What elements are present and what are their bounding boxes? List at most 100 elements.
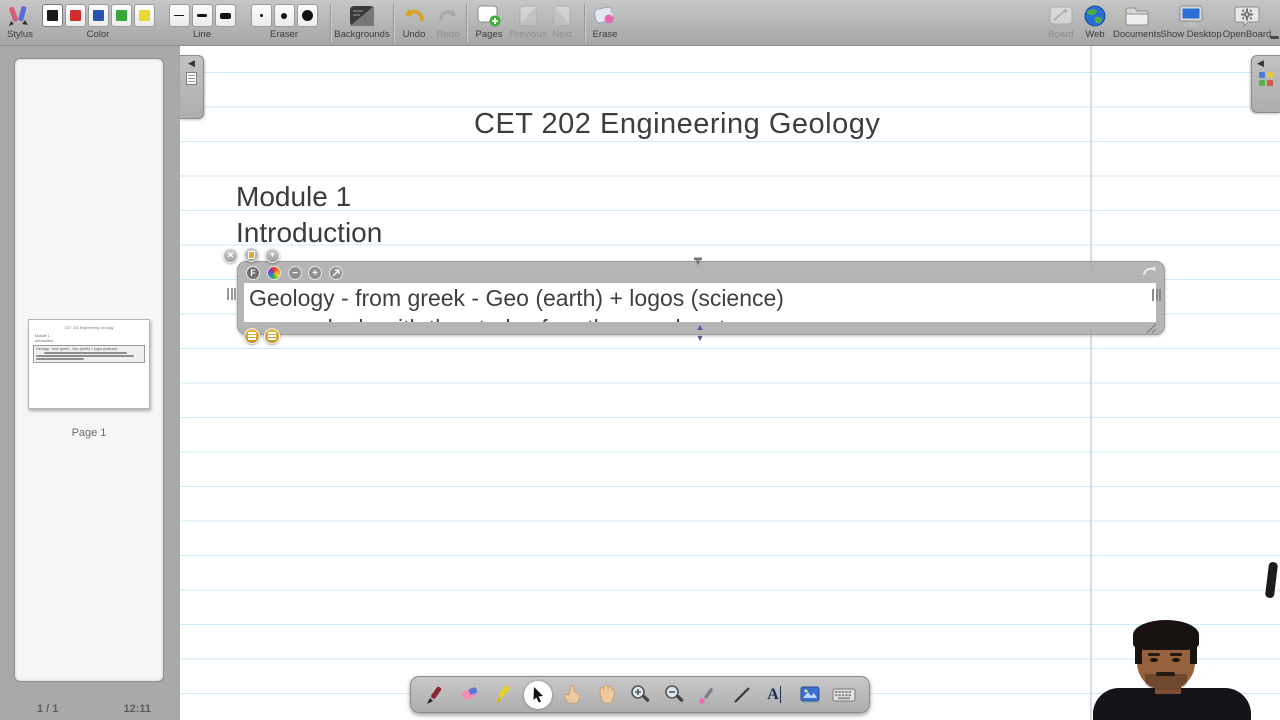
heading-introduction: Introduction bbox=[236, 217, 382, 249]
library-palette-tab[interactable]: ◀ bbox=[1251, 55, 1280, 113]
color-red-button[interactable] bbox=[65, 4, 86, 27]
show-desktop-monitor-icon bbox=[1178, 2, 1204, 29]
eraser-group: Eraser bbox=[247, 2, 321, 44]
next-page-icon bbox=[551, 2, 573, 29]
collapse-right-arrow-icon: ◀ bbox=[1252, 56, 1280, 70]
openboard-window: CET 202 Engineering Geology Module 1 Int… bbox=[0, 0, 1280, 720]
collapse-pages-tab[interactable]: ◀ bbox=[180, 55, 204, 119]
color-black-button[interactable] bbox=[42, 4, 63, 27]
resize-corner-handle[interactable] bbox=[1143, 320, 1157, 334]
backgrounds-icon bbox=[349, 2, 375, 29]
backgrounds-label: Backgrounds bbox=[334, 29, 389, 41]
resize-right-handle[interactable] bbox=[1152, 289, 1161, 301]
text-layer-button-1[interactable] bbox=[244, 328, 260, 344]
toolbar-drag-handle[interactable] bbox=[1270, 36, 1279, 39]
pages-stack-icon bbox=[186, 72, 197, 85]
scroll-hand-tool[interactable] bbox=[592, 681, 620, 709]
textbox-line-2-clipped: - deals with the study of earth as a pla… bbox=[244, 313, 1156, 322]
thumb-title: CET 202 Engineering Geology bbox=[35, 325, 143, 330]
draw-line-tool[interactable] bbox=[728, 681, 756, 709]
undo-label: Undo bbox=[403, 29, 426, 41]
highlighter-tool[interactable] bbox=[490, 681, 518, 709]
resize-left-handle[interactable] bbox=[227, 288, 236, 300]
stylus-icon bbox=[7, 2, 33, 29]
color-green-button[interactable] bbox=[111, 4, 132, 27]
color-group: Color bbox=[40, 2, 156, 44]
next-label: Next bbox=[552, 29, 572, 41]
stylus-tool[interactable]: Stylus bbox=[2, 2, 38, 44]
previous-page-button[interactable]: Previous bbox=[508, 2, 548, 44]
erase-label: Erase bbox=[593, 29, 618, 41]
board-icon bbox=[1048, 2, 1074, 29]
eraser-medium-button[interactable] bbox=[274, 4, 295, 27]
webcam-presenter bbox=[1093, 616, 1253, 720]
page-thumbnail-label: Page 1 bbox=[15, 427, 163, 439]
textbox-menu-button[interactable]: ▼ bbox=[265, 248, 280, 263]
zoom-out-tool[interactable] bbox=[660, 681, 688, 709]
page-title: CET 202 Engineering Geology bbox=[474, 108, 880, 141]
tools-dock: A bbox=[410, 676, 870, 713]
library-icon bbox=[1259, 72, 1273, 86]
text-input-area[interactable]: Geology - from greek - Geo (earth) + log… bbox=[244, 283, 1156, 322]
thumbnail-panel: CET 202 Engineering Geology Module 1 Int… bbox=[14, 58, 164, 682]
redo-label: Redo bbox=[437, 29, 460, 41]
pages-label: Pages bbox=[476, 29, 503, 41]
color-label: Color bbox=[87, 29, 110, 41]
interact-pointer-tool[interactable] bbox=[558, 681, 586, 709]
page-thumbnail[interactable]: CET 202 Engineering Geology Module 1 Int… bbox=[28, 319, 150, 409]
pages-icon bbox=[476, 2, 502, 29]
line-thin-button[interactable] bbox=[169, 4, 190, 27]
color-yellow-button[interactable] bbox=[134, 4, 155, 27]
eraser-large-button[interactable] bbox=[297, 4, 318, 27]
next-page-button[interactable]: Next bbox=[546, 2, 578, 44]
erase-button[interactable]: Erase bbox=[587, 2, 623, 44]
drag-handle-icon[interactable]: ▬▼ bbox=[691, 255, 705, 265]
pages-button[interactable]: Pages bbox=[470, 2, 508, 44]
decrease-font-button[interactable]: − bbox=[288, 266, 302, 280]
duplicate-textbox-button[interactable] bbox=[244, 247, 259, 262]
write-text-tool[interactable]: A bbox=[762, 681, 790, 709]
text-color-button[interactable] bbox=[267, 266, 281, 280]
page-navigator-sidebar: CET 202 Engineering Geology Module 1 Int… bbox=[0, 46, 180, 720]
documents-label: Documents bbox=[1113, 29, 1161, 41]
rotate-handle-icon[interactable] bbox=[1142, 264, 1158, 280]
line-medium-button[interactable] bbox=[192, 4, 213, 27]
capture-media-tool[interactable] bbox=[796, 681, 824, 709]
collapse-left-arrow-icon: ◀ bbox=[180, 56, 203, 70]
font-button[interactable]: F bbox=[246, 266, 260, 280]
board-mode-button[interactable]: Board bbox=[1042, 2, 1080, 44]
heading-module: Module 1 bbox=[236, 181, 351, 213]
thumb-textbox: Geology - from greek - Geo (earth) + log… bbox=[33, 345, 145, 363]
close-textbox-button[interactable]: ✕ bbox=[223, 248, 238, 263]
top-toolbar: Stylus Color Line bbox=[0, 0, 1280, 46]
line-thick-button[interactable] bbox=[215, 4, 236, 27]
increase-font-button[interactable]: + bbox=[308, 266, 322, 280]
eraser-small-button[interactable] bbox=[251, 4, 272, 27]
text-layer-button-2[interactable] bbox=[264, 328, 280, 344]
zoom-in-tool[interactable] bbox=[626, 681, 654, 709]
show-desktop-button[interactable]: Show Desktop bbox=[1160, 2, 1222, 44]
line-label: Line bbox=[193, 29, 211, 41]
undo-icon bbox=[402, 2, 426, 29]
documents-mode-button[interactable]: Documents bbox=[1110, 2, 1164, 44]
annotate-pen-tool[interactable] bbox=[422, 681, 450, 709]
stylus-label: Stylus bbox=[7, 29, 33, 41]
textbox-line-1: Geology - from greek - Geo (earth) + log… bbox=[244, 283, 1156, 313]
text-caret-handle[interactable]: ▲▼ bbox=[693, 322, 707, 344]
erase-annotation-tool[interactable] bbox=[456, 681, 484, 709]
redo-button[interactable]: Redo bbox=[432, 2, 464, 44]
undo-button[interactable]: Undo bbox=[396, 2, 432, 44]
page-counter: 1 / 1 bbox=[37, 703, 58, 715]
toolbar-separator bbox=[466, 4, 467, 42]
backgrounds-button[interactable]: Backgrounds bbox=[333, 2, 391, 44]
laser-pointer-tool[interactable] bbox=[694, 681, 722, 709]
toolbar-separator bbox=[584, 4, 585, 42]
text-size-icon[interactable] bbox=[329, 266, 343, 280]
virtual-keyboard-tool[interactable] bbox=[830, 681, 858, 709]
web-mode-button[interactable]: Web bbox=[1079, 2, 1111, 44]
openboard-menu-button[interactable]: OpenBoard bbox=[1219, 2, 1275, 44]
documents-folder-icon bbox=[1124, 2, 1150, 29]
color-blue-button[interactable] bbox=[88, 4, 109, 27]
previous-label: Previous bbox=[510, 29, 547, 41]
selector-tool[interactable] bbox=[524, 681, 552, 709]
